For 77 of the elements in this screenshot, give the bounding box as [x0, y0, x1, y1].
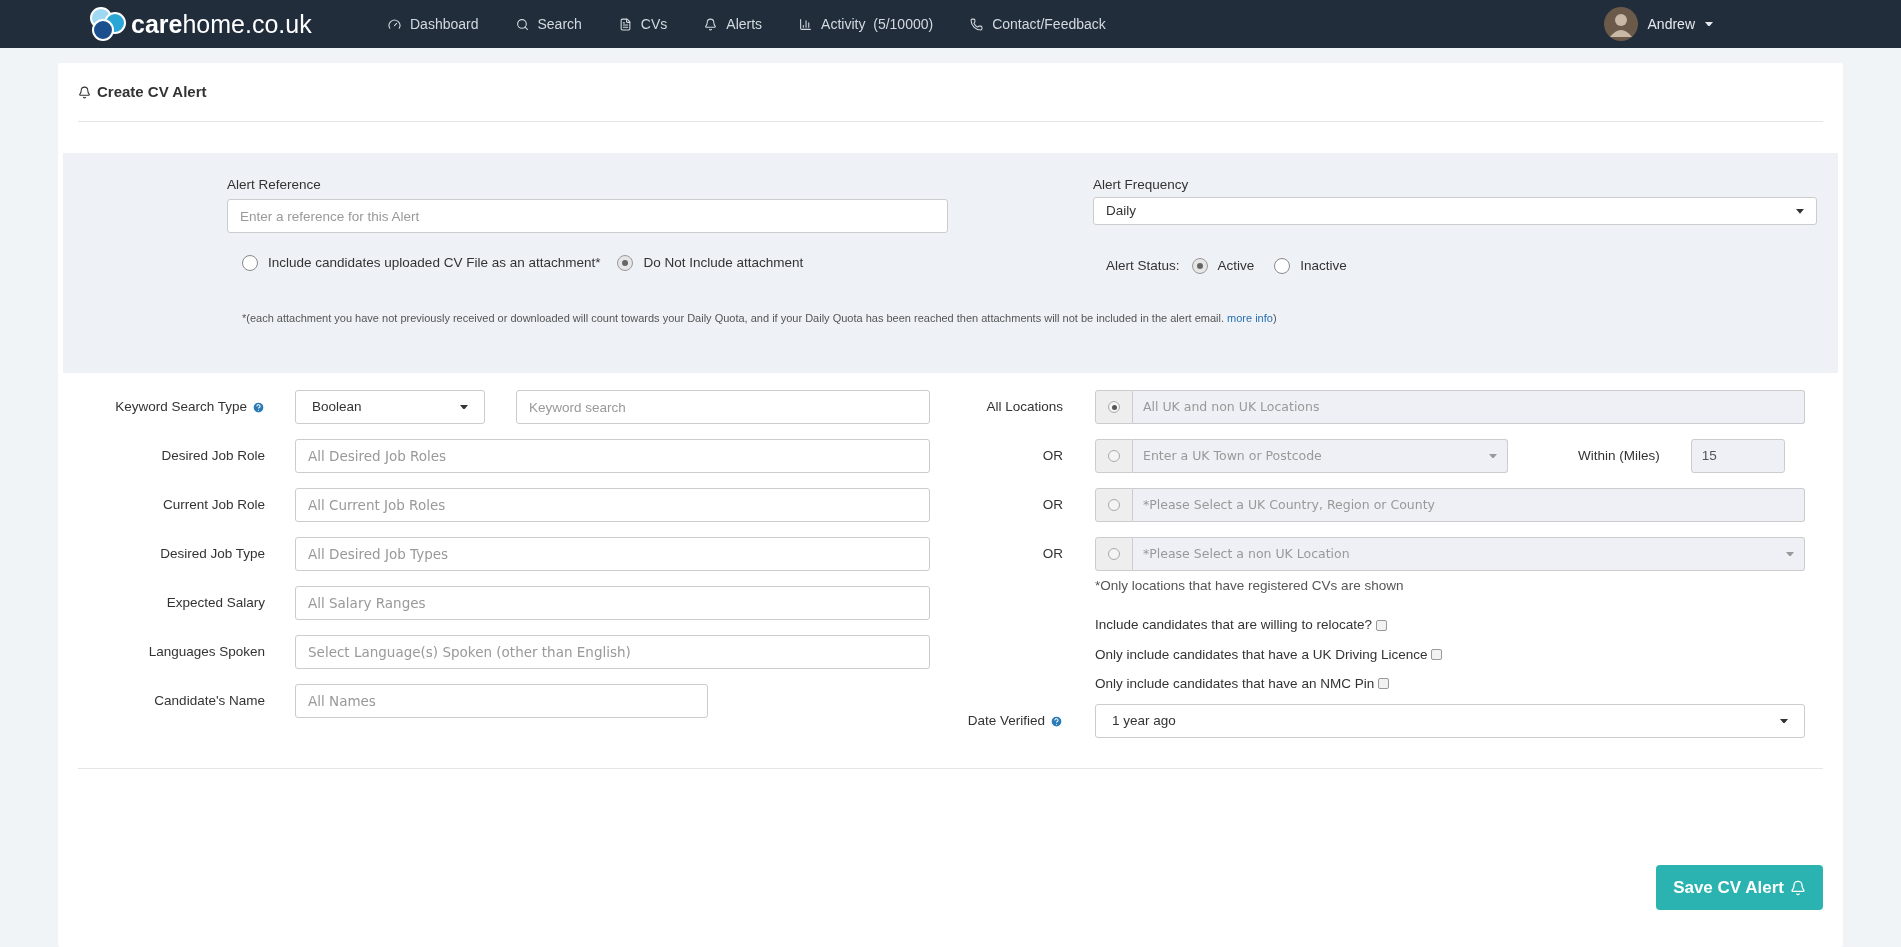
input-field[interactable]: All Current Job Roles	[295, 488, 930, 522]
document-icon	[618, 17, 632, 31]
field-label: Current Job Role	[162, 495, 265, 514]
frequency-select[interactable]: Daily	[1093, 197, 1817, 226]
option-label: Inactive	[1300, 257, 1347, 276]
field-label: Candidate's Name	[154, 691, 265, 710]
search-type-select[interactable]: Boolean	[295, 390, 485, 424]
avatar	[1603, 7, 1638, 41]
field-label: Desired Job Type	[160, 544, 265, 563]
radio-button[interactable]	[242, 255, 258, 272]
radio-button[interactable]	[1191, 258, 1208, 275]
user-menu[interactable]: Andrew	[1603, 7, 1713, 41]
gauge-icon	[388, 17, 401, 31]
option-label: Only include candidates that have a UK Driving Licence	[1095, 645, 1428, 664]
caret-icon	[1780, 718, 1788, 724]
attachment-footnote: *(each attachment you have not previously received or downloaded will count towards your Daily Quota, and if your Daily Quota has been reached then attachments will not be included in the alert email. more info)	[242, 310, 1278, 326]
input-field[interactable]: All Desired Job Roles	[295, 439, 930, 473]
nav-link[interactable]: Contact/Feedback	[970, 13, 1106, 35]
field-label: Languages Spoken	[148, 642, 265, 661]
input-field[interactable]: Select Language(s) Spoken (other than English)	[295, 635, 930, 669]
field-label: Desired Job Role	[161, 446, 265, 465]
caret-icon	[1796, 208, 1804, 214]
miles-label: Within (Miles)	[1578, 446, 1660, 465]
more-info-link[interactable]: more info	[1227, 311, 1273, 324]
radio-button[interactable]	[617, 255, 634, 272]
search-icon	[515, 17, 529, 31]
option-label: Do Not Include attachment	[643, 254, 804, 273]
radio-button[interactable]	[1108, 450, 1120, 462]
option-label: Include candidates that are willing to relocate?	[1095, 616, 1372, 635]
bell-icon	[704, 17, 718, 31]
logo[interactable]: carehome.co.uk	[88, 6, 388, 42]
option-label: Active	[1217, 257, 1255, 276]
caret-icon	[1489, 453, 1497, 459]
help-icon[interactable]	[252, 400, 265, 414]
field-label: OR	[1042, 495, 1063, 514]
logo-icon	[88, 6, 128, 42]
checkbox[interactable]	[1378, 678, 1390, 690]
nav-link[interactable]: Activity (5/10000)	[799, 13, 934, 35]
bell-icon	[78, 85, 91, 99]
bar-chart-icon	[799, 17, 813, 31]
input-field[interactable]: All Names	[295, 684, 708, 718]
field-label: Alert Status:	[1106, 257, 1180, 276]
caret-icon	[1705, 21, 1713, 27]
date-verified-select[interactable]: 1 year ago	[1095, 704, 1805, 738]
bell-icon	[1790, 879, 1806, 896]
input-field[interactable]: All Salary Ranges	[295, 586, 930, 620]
radio-button[interactable]	[1108, 548, 1120, 560]
alert-reference-field[interactable]: Enter a reference for this Alert	[227, 199, 948, 234]
caret-icon	[460, 404, 468, 410]
option-label: Only include candidates that have an NMC Pin	[1095, 674, 1375, 693]
miles-field[interactable]: 15	[1690, 439, 1785, 473]
radio-button[interactable]	[1274, 258, 1291, 275]
input-field[interactable]: All Desired Job Types	[295, 537, 930, 571]
field-label: Keyword Search Type	[115, 397, 247, 416]
radio-button[interactable]	[1108, 499, 1120, 511]
field-label: OR	[1042, 544, 1063, 563]
card-title: Create CV Alert	[97, 81, 207, 102]
keyword-search-field[interactable]: Keyword search	[516, 390, 930, 424]
radio-button[interactable]	[1108, 401, 1120, 413]
logo-text: carehome.co.uk	[131, 11, 312, 37]
nav-link[interactable]: Dashboard	[388, 13, 479, 35]
checkbox[interactable]	[1431, 649, 1443, 661]
field-label: Expected Salary	[166, 593, 265, 612]
field-label: Alert Frequency	[1093, 176, 1190, 194]
nav-link[interactable]: Alerts	[704, 13, 763, 35]
caret-icon	[1786, 551, 1794, 557]
field-label: All Locations	[986, 397, 1063, 416]
field-label: Date Verified	[967, 711, 1045, 730]
checkbox[interactable]	[1375, 619, 1387, 631]
phone-icon	[970, 17, 984, 31]
field-label: OR	[1042, 446, 1063, 465]
field-label: Alert Reference	[227, 176, 322, 194]
nav-link[interactable]: Search	[515, 13, 582, 35]
help-icon[interactable]	[1050, 714, 1063, 728]
nav-link[interactable]: CVs	[618, 13, 668, 35]
locations-note: *Only locations that have registered CVs are shown	[1095, 577, 1405, 595]
option-label: Include candidates uploaded CV File as an attachment*	[268, 254, 601, 273]
